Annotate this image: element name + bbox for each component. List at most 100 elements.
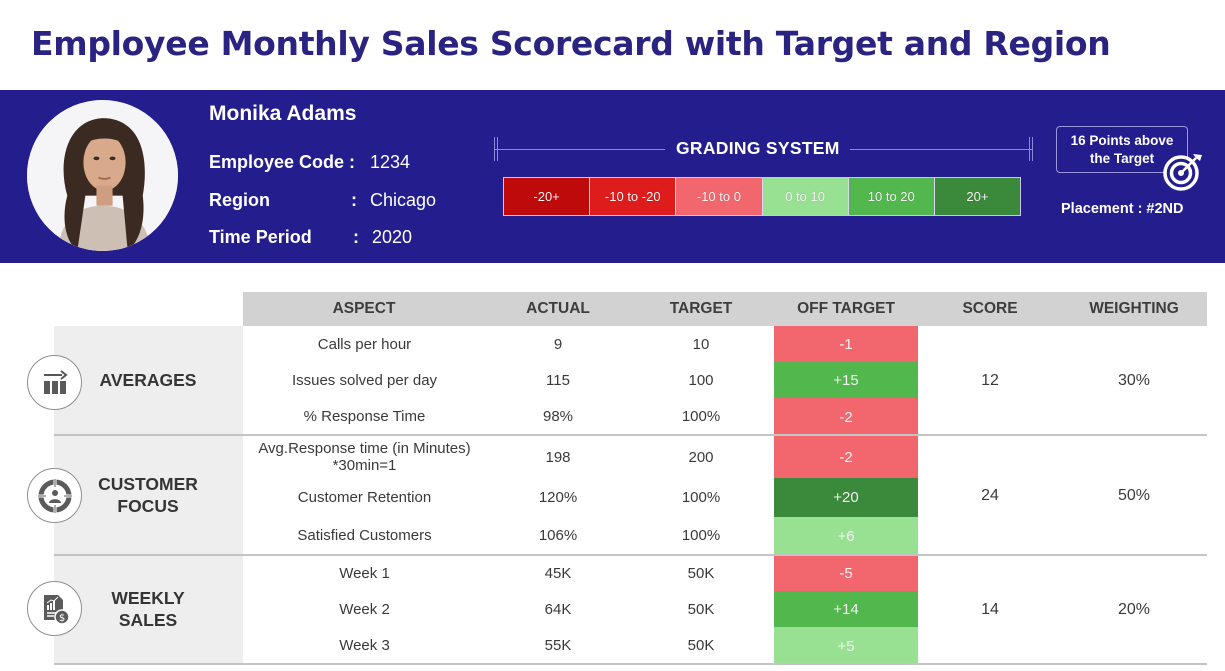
target-cell: 100% bbox=[681, 407, 721, 425]
employee-code-value: 1234 bbox=[370, 152, 411, 172]
score-cell: 14 bbox=[981, 601, 999, 618]
actual-cell: 120% bbox=[538, 489, 578, 506]
target-cell: 50K bbox=[687, 636, 715, 654]
svg-text:$: $ bbox=[58, 613, 64, 624]
off-target-cell: +14 bbox=[774, 591, 918, 627]
target-cell: 100 bbox=[688, 371, 714, 389]
header-aspect: ASPECT bbox=[332, 300, 396, 317]
target-cell: 50K bbox=[687, 600, 715, 618]
actual-cell: 106% bbox=[538, 527, 578, 544]
category-label-averages: AVERAGES bbox=[88, 369, 208, 391]
weighting-cell: 20% bbox=[1117, 601, 1151, 618]
header-score: SCORE bbox=[962, 300, 1018, 317]
employee-portrait-image bbox=[27, 100, 178, 251]
actual-cell: 55K bbox=[544, 636, 572, 654]
grade-cell: -10 to 0 bbox=[676, 178, 763, 215]
actual-cell: 45K bbox=[544, 565, 572, 582]
aspect-text: Satisfied Customers bbox=[297, 527, 432, 544]
aspect-cell: Avg.Response time (in Minutes) *30min=1 bbox=[243, 436, 486, 478]
off-target-cell: +6 bbox=[774, 517, 918, 556]
grade-label: 0 to 10 bbox=[785, 189, 825, 204]
region-colon: : bbox=[351, 190, 357, 210]
off-target-cell: +20 bbox=[774, 478, 918, 517]
employee-photo bbox=[27, 100, 178, 251]
page-title: Employee Monthly Sales Scorecard with Ta… bbox=[31, 24, 1111, 63]
score-cell: 12 bbox=[981, 371, 999, 389]
off-target-cell: -2 bbox=[774, 398, 918, 436]
actual-cell: 115 bbox=[546, 371, 570, 389]
grade-cell: 10 to 20 bbox=[848, 178, 935, 215]
aspect-cell: Week 2 bbox=[243, 591, 486, 627]
time-period-label: Time Period bbox=[209, 227, 312, 247]
actual-cell: 9 bbox=[553, 335, 563, 353]
aspect-cell: Week 3 bbox=[243, 627, 486, 663]
grading-line-right bbox=[850, 149, 1032, 150]
target-cell: 200 bbox=[688, 448, 714, 466]
sales-report-dollar-icon: $ bbox=[43, 594, 70, 625]
grade-label: -10 to 0 bbox=[696, 189, 741, 204]
off-target-cell: -2 bbox=[774, 436, 918, 478]
weekly-sales-icon-badge: $ bbox=[27, 581, 82, 636]
group-separator bbox=[54, 554, 1207, 556]
actual-cell: 64K bbox=[544, 600, 572, 618]
region-value: Chicago bbox=[370, 190, 437, 210]
target-cell: 100% bbox=[681, 489, 721, 506]
aspect-text: Customer Retention bbox=[297, 489, 432, 506]
grading-bracket-right bbox=[1032, 137, 1033, 161]
aspect-text: Week 2 bbox=[339, 600, 390, 618]
score-cell: 24 bbox=[981, 486, 999, 504]
category-label-line: SALES bbox=[118, 610, 178, 630]
table-header-row: ASPECT ACTUAL TARGET OFF TARGET SCORE WE… bbox=[243, 292, 1207, 326]
customer-target-icon bbox=[35, 476, 74, 515]
off-target-cell: +5 bbox=[774, 627, 918, 665]
aspect-cell: Customer Retention bbox=[243, 478, 486, 517]
weighting-cell: 50% bbox=[1117, 486, 1151, 504]
averages-icon-badge bbox=[27, 355, 82, 410]
grade-label: 10 to 20 bbox=[867, 189, 915, 204]
category-label-weekly-sales: WEEKLY SALES bbox=[88, 587, 208, 631]
header-off-target: OFF TARGET bbox=[797, 300, 895, 317]
category-label-line: FOCUS bbox=[117, 496, 179, 516]
aspect-note: *30min=1 bbox=[332, 457, 397, 474]
target-cell: 10 bbox=[692, 335, 710, 353]
weighting-cell: 30% bbox=[1117, 371, 1151, 389]
category-label-line: CUSTOMER bbox=[98, 474, 198, 494]
target-cell: 50K bbox=[687, 565, 715, 582]
grade-cell: -20+ bbox=[504, 178, 591, 215]
actual-cell: 98% bbox=[542, 407, 574, 425]
aspect-cell: Satisfied Customers bbox=[243, 517, 486, 554]
header-actual: ACTUAL bbox=[526, 300, 590, 317]
employee-code-label: Employee Code bbox=[209, 152, 345, 172]
grade-cell: -10 to -20 bbox=[590, 178, 677, 215]
aspect-text: Calls per hour bbox=[317, 335, 412, 353]
aspect-cell: Issues solved per day bbox=[243, 362, 486, 398]
grade-cell: 0 to 10 bbox=[762, 178, 849, 215]
time-period-colon: : bbox=[353, 227, 359, 247]
aspect-text: Issues solved per day bbox=[291, 371, 438, 389]
aspect-cell: % Response Time bbox=[243, 398, 486, 434]
actual-cell: 198 bbox=[545, 448, 571, 466]
off-target-cell: -1 bbox=[774, 326, 918, 362]
off-target-cell: -5 bbox=[774, 556, 918, 591]
group-separator bbox=[54, 663, 1207, 665]
region-label: Region bbox=[209, 190, 270, 210]
off-target-cell: +15 bbox=[774, 362, 918, 398]
aspect-cell: Week 1 bbox=[243, 556, 486, 591]
category-label-line: AVERAGES bbox=[99, 370, 197, 390]
points-line-1: 16 Points above bbox=[1070, 133, 1174, 148]
aspect-text: Week 1 bbox=[339, 565, 390, 582]
grading-system-title: GRADING SYSTEM bbox=[676, 138, 840, 158]
category-label-line: WEEKLY bbox=[111, 588, 185, 608]
employee-name: Monika Adams bbox=[209, 102, 357, 125]
grading-line-left bbox=[495, 149, 665, 150]
employee-code-colon: : bbox=[349, 152, 355, 172]
placement-text: Placement : #2ND bbox=[1061, 201, 1184, 217]
grade-cell: 20+ bbox=[934, 178, 1021, 215]
grading-scale: -20+ -10 to -20 -10 to 0 0 to 10 10 to 2… bbox=[503, 177, 1021, 216]
header-weighting: WEIGHTING bbox=[1089, 300, 1179, 317]
aspect-text: % Response Time bbox=[303, 407, 426, 425]
aspect-cell: Calls per hour bbox=[243, 326, 486, 362]
aspect-text: Avg.Response time (in Minutes) bbox=[258, 440, 471, 457]
bar-chart-arrow-icon bbox=[43, 369, 68, 394]
category-label-customer-focus: CUSTOMER FOCUS bbox=[88, 473, 208, 517]
